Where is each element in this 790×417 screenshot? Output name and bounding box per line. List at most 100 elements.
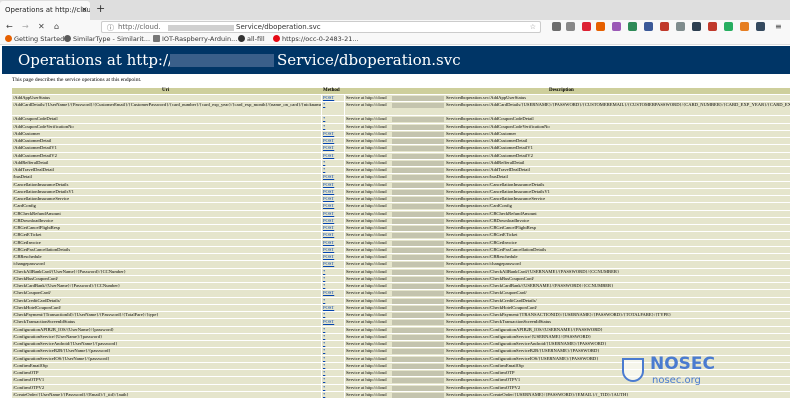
table-row: /CheckTransactionScreenIdStatus POST Servi… bbox=[12, 318, 790, 326]
close-icon[interactable]: ✕ bbox=[38, 22, 45, 31]
extension-icon[interactable] bbox=[644, 22, 653, 31]
description-prefix: Service at http://cloud bbox=[346, 239, 387, 245]
redacted-domain bbox=[392, 298, 444, 304]
redacted-domain bbox=[392, 262, 444, 268]
extension-icon[interactable] bbox=[582, 22, 591, 31]
redacted-domain bbox=[392, 139, 444, 144]
back-arrow-icon[interactable]: ← bbox=[6, 22, 13, 31]
redacted-domain bbox=[392, 356, 444, 362]
redacted-domain bbox=[392, 117, 444, 123]
bookmark-occ[interactable]: https://occ-0-2483-21... bbox=[273, 35, 359, 43]
bookmark-getting-started[interactable]: Getting Started bbox=[5, 35, 64, 43]
extension-icon[interactable] bbox=[596, 22, 605, 31]
library-icon[interactable] bbox=[552, 22, 561, 31]
description-prefix: Service at http://cloud bbox=[346, 167, 387, 172]
redacted-domain bbox=[392, 291, 444, 297]
description-prefix: Service at http://cloud bbox=[346, 362, 387, 368]
description-prefix: Service at http://cloud bbox=[346, 225, 387, 230]
forward-arrow-icon[interactable]: → bbox=[22, 22, 29, 31]
description-path: Servicedboperation.svc/CBGetCancelFlight… bbox=[446, 225, 536, 230]
redacted-domain bbox=[168, 25, 234, 31]
page-icon bbox=[153, 35, 160, 42]
description-path: Servicedboperation.svc/ConfirmOTP bbox=[446, 370, 515, 375]
description-path: Servicedboperation.svc/AddCustomerDetail… bbox=[446, 152, 533, 158]
firefox-icon bbox=[5, 35, 12, 42]
description-path: Servicedboperation.svc/CBCheckRefundAmou… bbox=[446, 210, 537, 216]
description-prefix: Service at http://cloud bbox=[346, 130, 387, 136]
description-path: Servicedboperation.svc/CancellationInsur… bbox=[446, 188, 550, 194]
redacted-domain bbox=[392, 131, 444, 137]
table-row: /AddAppUserStatus POST Service at http://c… bbox=[12, 94, 790, 102]
bookmark-all-fill[interactable]: all-fill bbox=[238, 35, 265, 43]
menu-icon[interactable]: ≡ bbox=[775, 22, 782, 31]
redacted-domain bbox=[392, 160, 444, 166]
description-path: Servicedboperation.svc/ConfigurationServ… bbox=[446, 348, 600, 354]
extension-icon[interactable] bbox=[628, 22, 637, 31]
description-path: Servicedboperation.svc/changepassword bbox=[446, 261, 521, 267]
extension-icon[interactable] bbox=[708, 22, 717, 31]
redacted-domain bbox=[392, 385, 444, 391]
redacted-domain bbox=[392, 124, 444, 130]
description-path: Servicedboperation.svc/AddCouponCodeVeri… bbox=[446, 123, 550, 129]
redacted-domain bbox=[392, 342, 444, 347]
column-header-uri: Uri bbox=[162, 88, 170, 93]
redacted-domain bbox=[170, 54, 274, 67]
description-prefix: Service at http://cloud bbox=[346, 355, 387, 361]
extension-icon[interactable] bbox=[660, 22, 669, 31]
description-prefix: Service at http://cloud bbox=[346, 95, 387, 100]
table-row: /AddCustomerDetailV2 POST Service at http:… bbox=[12, 151, 790, 159]
redacted-domain bbox=[392, 211, 444, 217]
info-icon[interactable]: ⓘ bbox=[107, 23, 114, 33]
table-row: /CBReschedule POST Service at http://cloud… bbox=[12, 253, 790, 261]
description-path: Servicedboperation.svc/CheckBusCouponCar… bbox=[446, 275, 534, 281]
operation-method-link[interactable]: * bbox=[322, 391, 344, 398]
description-path: Servicedboperation.svc/CBDownloadInvoice bbox=[446, 217, 530, 223]
redacted-domain bbox=[392, 378, 444, 384]
redacted-domain bbox=[392, 313, 444, 318]
description-path: Servicedboperation.svc/CheckHotelCouponC… bbox=[446, 304, 537, 310]
table-row: /ConfigurationServiceAndroid/{UserName}/… bbox=[12, 340, 790, 348]
sidebar-icon[interactable] bbox=[566, 22, 575, 31]
column-header-method: Method bbox=[323, 88, 340, 93]
close-tab-icon[interactable]: × bbox=[81, 5, 88, 14]
bookmark-similartype[interactable]: SimilarType - Similarit... bbox=[64, 35, 150, 43]
table-row: /AddCouponCodeDetail * Service at http://c… bbox=[12, 115, 790, 123]
description-prefix: Service at http://cloud bbox=[346, 159, 387, 165]
description-prefix: Service at http://cloud bbox=[346, 333, 387, 339]
description-prefix: Service at http://cloud bbox=[346, 312, 387, 317]
address-bar[interactable]: ⓘ http://cloud. Service/dboperation.svc … bbox=[101, 21, 541, 33]
watermark-brand: NOSEC bbox=[650, 354, 716, 374]
table-row: /ConfigurationAPIB2B_IOS/{UserName}/{pas… bbox=[12, 325, 790, 333]
description-path: Servicedboperation.svc/ConfigurationServ… bbox=[446, 355, 599, 361]
home-icon[interactable]: ⌂ bbox=[54, 22, 59, 31]
redacted-domain bbox=[392, 233, 444, 239]
bookmark-iot[interactable]: IOT-Raspberry-Arduin... bbox=[153, 35, 237, 43]
extension-icon[interactable] bbox=[756, 22, 765, 31]
table-row: /CheckBusCouponCard/* Service at http://c… bbox=[12, 274, 790, 282]
extension-icon[interactable] bbox=[740, 22, 749, 31]
table-row: /AddCustomerDetail POST Service at http://… bbox=[12, 137, 790, 145]
description-path: Servicedboperation.svc/CheckPayment/{TRA… bbox=[446, 312, 672, 317]
operation-method-link[interactable]: * bbox=[322, 102, 344, 116]
description-path: Servicedboperation.svc/busDetail bbox=[446, 174, 508, 180]
table-row: /AddCustomer POST Service at http://cloud S… bbox=[12, 129, 790, 137]
new-tab-button[interactable]: + bbox=[96, 2, 105, 15]
description-prefix: Service at http://cloud bbox=[346, 377, 387, 383]
extension-icon[interactable] bbox=[676, 22, 685, 31]
description-path: Servicedboperation.svc/ConfirmOTPV1 bbox=[446, 377, 521, 383]
extension-icon[interactable] bbox=[692, 22, 701, 31]
redacted-domain bbox=[392, 247, 444, 253]
bookmark-star-icon[interactable]: ☆ bbox=[530, 23, 536, 31]
extension-icon[interactable] bbox=[612, 22, 621, 31]
table-row: /CardConfig POST Service at http://cloud Se… bbox=[12, 202, 790, 210]
operation-description: Service at http://cloud Servicedboperatio… bbox=[345, 391, 790, 398]
description-path: Servicedboperation.svc/AddCustomer bbox=[446, 130, 517, 136]
description-prefix: Service at http://cloud bbox=[346, 275, 387, 281]
description-path: Servicedboperation.svc/CheckCreditCardDe… bbox=[446, 297, 537, 303]
browser-tab[interactable]: Operations at http://cloud × bbox=[0, 1, 90, 20]
redacted-domain bbox=[392, 204, 444, 210]
extension-icon[interactable] bbox=[724, 22, 733, 31]
description-prefix: Service at http://cloud bbox=[346, 174, 387, 180]
description-prefix: Service at http://cloud bbox=[346, 370, 387, 375]
navigation-bar: ← → ✕ ⌂ ⓘ http://cloud. Service/dboperat… bbox=[0, 20, 790, 34]
